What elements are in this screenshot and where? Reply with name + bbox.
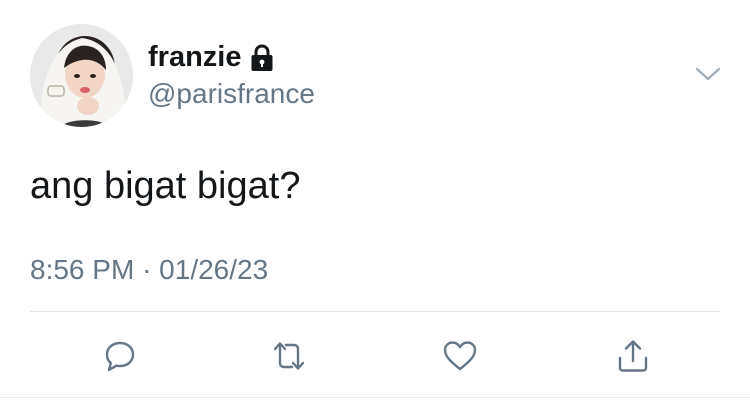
bottom-divider (0, 397, 750, 398)
user-handle[interactable]: @parisfrance (148, 77, 315, 111)
retweet-icon (273, 342, 305, 370)
tweet-card: franzie @parisfrance ang bigat bigat? 8:… (0, 0, 750, 401)
share-upload-icon (618, 340, 648, 372)
display-name-row[interactable]: franzie (148, 40, 274, 74)
tweet-timestamp[interactable]: 8:56 PM · 01/26/23 (30, 253, 268, 287)
avatar-image (30, 24, 133, 127)
retweet-button[interactable] (269, 336, 309, 376)
avatar[interactable] (30, 24, 133, 127)
chevron-down-icon[interactable] (695, 66, 721, 82)
heart-icon (443, 341, 477, 371)
timestamp-separator: · (142, 254, 152, 285)
lock-icon (250, 44, 274, 72)
reply-button[interactable] (100, 336, 140, 376)
share-button[interactable] (613, 336, 653, 376)
divider (30, 311, 720, 312)
tweet-time: 8:56 PM (30, 254, 135, 285)
reply-bubble-icon (105, 341, 135, 372)
tweet-text: ang bigat bigat? (30, 165, 301, 207)
display-name[interactable]: franzie (148, 40, 241, 74)
tweet-date: 01/26/23 (159, 254, 269, 285)
like-button[interactable] (440, 336, 480, 376)
